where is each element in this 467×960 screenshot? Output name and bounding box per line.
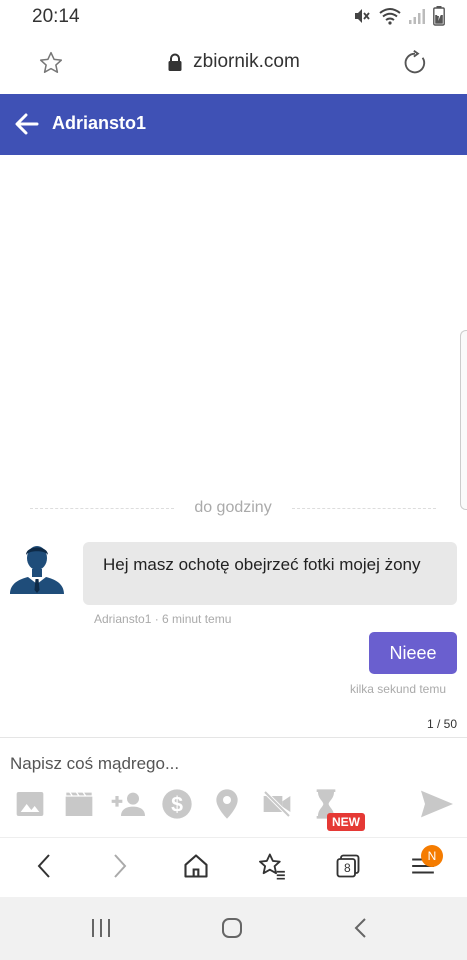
coins-icon[interactable]: $ [161, 788, 193, 825]
android-nav-bar [0, 897, 467, 960]
url-field[interactable]: zbiornik.com [0, 51, 467, 73]
tabs-icon[interactable]: 8 [334, 852, 362, 885]
battery-icon [433, 6, 445, 26]
divider-line [30, 507, 175, 509]
notification-badge: N [421, 845, 443, 867]
composer-tools: $ [0, 788, 467, 828]
signal-icon [409, 9, 425, 24]
status-time: 20:14 [32, 6, 80, 27]
browser-nav: 8 N [0, 837, 467, 897]
lock-icon [168, 53, 182, 71]
outgoing-message[interactable]: Nieee [369, 632, 457, 674]
send-icon[interactable] [419, 788, 455, 825]
image-icon[interactable] [14, 788, 46, 825]
time-divider: do godziny [30, 498, 437, 518]
incoming-message[interactable]: Hej masz ochotę obejrzeć fotki mojej żon… [83, 542, 457, 605]
chat-area[interactable]: do godziny Hej masz ochotę obejrzeć fotk… [0, 155, 467, 737]
bookmarks-icon[interactable] [256, 852, 286, 885]
avatar[interactable] [10, 538, 64, 594]
status-icons [353, 6, 445, 26]
location-icon[interactable] [213, 788, 241, 825]
chat-title: Adriansto1 [52, 113, 147, 133]
svg-text:$: $ [171, 792, 183, 816]
incoming-message-meta: Adriansto1 · 6 minut temu [94, 612, 232, 626]
message-counter: 1 / 50 [426, 717, 457, 731]
reload-icon[interactable] [401, 49, 429, 82]
scrollbar-handle[interactable] [460, 330, 467, 510]
outgoing-message-meta: kilka sekund temu [349, 682, 446, 696]
videocam-off-icon[interactable] [260, 788, 294, 825]
video-icon[interactable] [62, 788, 96, 825]
back-icon[interactable] [34, 852, 54, 885]
wifi-icon [379, 8, 401, 25]
chat-header: Adriansto1 [0, 94, 467, 155]
back-arrow-icon[interactable] [14, 112, 40, 141]
tabs-count: 8 [344, 861, 351, 875]
system-back-icon[interactable] [353, 917, 369, 944]
forward-icon[interactable] [110, 852, 130, 885]
new-badge: NEW [327, 813, 365, 831]
recent-apps-icon[interactable] [90, 917, 112, 944]
composer: $ [0, 737, 467, 837]
add-friend-icon[interactable] [110, 788, 148, 825]
home-icon[interactable] [182, 852, 210, 885]
message-input[interactable] [10, 754, 450, 774]
divider-label: do godziny [194, 499, 272, 516]
url-text: zbiornik.com [193, 51, 300, 72]
status-bar: 20:14 [0, 0, 467, 34]
divider-line [291, 507, 437, 509]
mute-icon [355, 9, 370, 23]
home-button-icon[interactable] [221, 917, 243, 944]
browser-url-bar: zbiornik.com [0, 34, 467, 94]
